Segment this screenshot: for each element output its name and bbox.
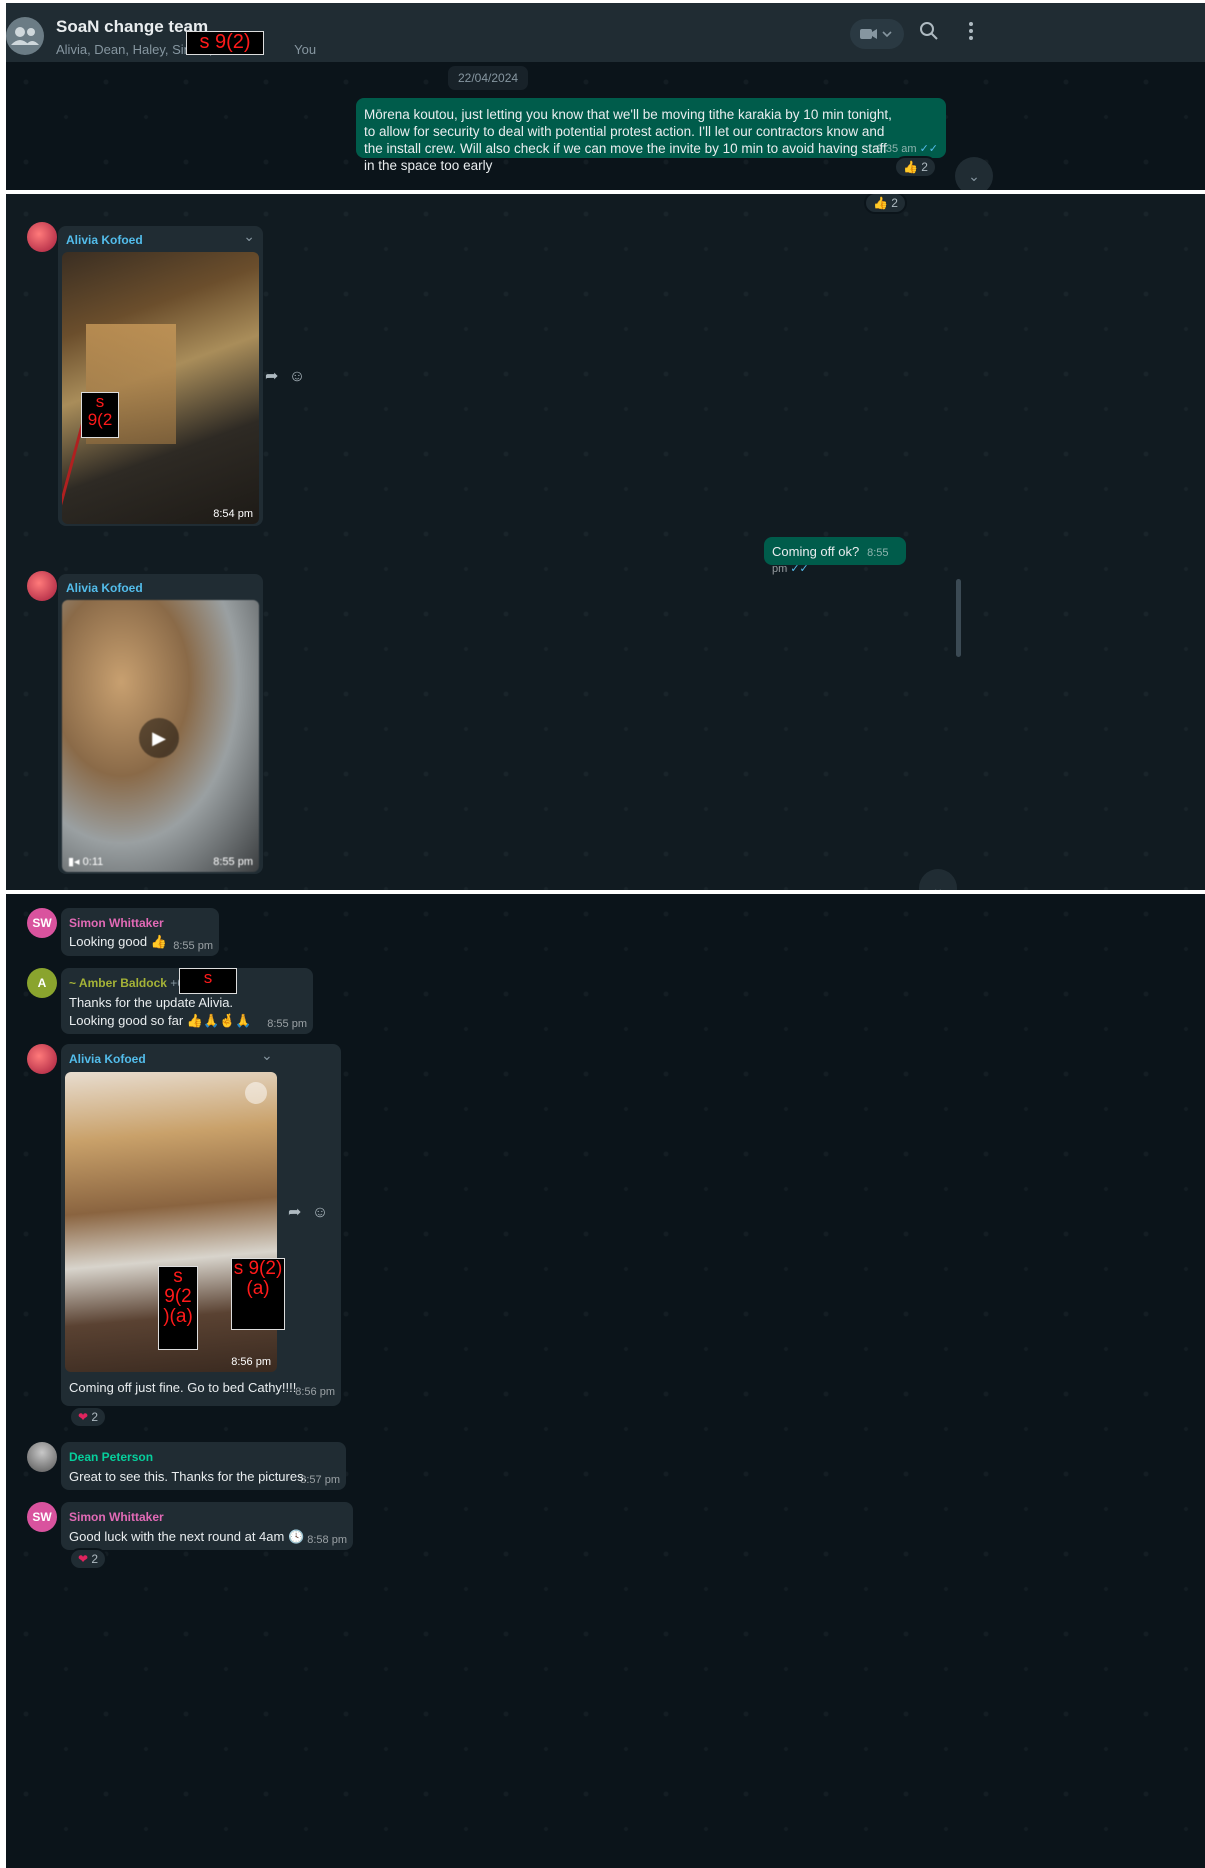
members-you: You <box>294 42 317 57</box>
avatar[interactable]: A <box>27 968 57 998</box>
avatar[interactable] <box>27 1044 57 1074</box>
emoji-reactions: 👍🙏🤞🙏 <box>186 1013 252 1028</box>
play-button[interactable]: ▶ <box>139 718 179 758</box>
search-icon <box>920 22 938 40</box>
redaction-box: s 9(2) <box>186 31 264 55</box>
kebab-menu-icon <box>969 22 973 40</box>
search-button[interactable] <box>919 21 939 46</box>
message-text: Mōrena koutou, just letting you know tha… <box>364 107 892 173</box>
outgoing-message[interactable]: Coming off ok? 8:55 pm ✓✓ <box>764 537 906 575</box>
avatar[interactable] <box>27 571 57 601</box>
video-thumbnail[interactable]: ▶ ▮◂ 0:11 8:55 pm <box>62 600 259 872</box>
menu-button[interactable] <box>968 21 974 46</box>
video-camera-icon: ▮◂ <box>68 856 80 868</box>
thumbs-up-icon: 👍 <box>903 160 918 174</box>
scroll-down-button[interactable]: ⌄ <box>955 157 993 190</box>
sender-name: Alivia Kofoed <box>69 1052 146 1066</box>
sender-name: Simon Whittaker <box>69 1510 164 1524</box>
reaction-badge[interactable]: ❤ 2 <box>69 1548 108 1570</box>
heart-icon: ❤ <box>78 1410 89 1424</box>
incoming-image-message[interactable]: Alivia Kofoed ⌄ 8:54 pm s 9(2 <box>58 226 263 526</box>
incoming-message[interactable]: Dean Peterson Great to see this. Thanks … <box>61 1442 346 1490</box>
photo[interactable]: 8:54 pm <box>62 252 259 524</box>
message-time: 8:55 pm <box>173 940 213 952</box>
forward-icon[interactable]: ➦ <box>265 368 278 385</box>
message-text: Great to see this. Thanks for the pictur… <box>69 1469 308 1484</box>
chevron-down-icon[interactable]: ⌄ <box>243 228 255 245</box>
reaction-badge[interactable]: ❤ 2 <box>69 1406 108 1428</box>
incoming-message[interactable]: Simon Whittaker Good luck with the next … <box>61 1502 353 1550</box>
thumbs-up-icon: 👍 <box>873 196 888 210</box>
message-time: 8:56 pm <box>295 1386 335 1398</box>
redaction-box: s 9(2) (a) <box>231 1258 285 1330</box>
video-camera-icon <box>860 29 892 39</box>
scrollbar[interactable] <box>956 579 961 657</box>
message-text-line2: Looking good so far 👍🙏🤞🙏 <box>69 1013 252 1028</box>
clock-icon: 🕓 <box>287 1529 305 1544</box>
message-actions: ➦ ☺ <box>288 1202 328 1222</box>
date-separator: 22/04/2024 <box>448 66 529 90</box>
video-call-button[interactable] <box>850 19 904 49</box>
video-time: 8:55 pm <box>213 856 253 868</box>
reaction-badge[interactable]: 👍 2 <box>864 194 907 214</box>
emoji-icon[interactable]: ☺ <box>289 368 305 385</box>
avatar[interactable]: SW <box>27 1502 57 1532</box>
group-avatar[interactable] <box>6 17 44 55</box>
message-text: Good luck with the next round at 4am 🕓 <box>69 1529 305 1544</box>
sender-name: Simon Whittaker <box>69 916 164 930</box>
message-time: 8:55 pm <box>267 1018 307 1030</box>
incoming-video-message[interactable]: Alivia Kofoed ▶ ▮◂ 0:11 8:55 pm <box>58 574 263 874</box>
chat-header: SoaN change team Alivia, Dean, Haley, Si… <box>6 3 1205 69</box>
heart-icon: ❤ <box>78 1552 89 1566</box>
message-time: 9:35 am ✓✓ <box>876 143 938 155</box>
chat-panel-1: 22/04/2024 Mōrena koutou, just letting y… <box>6 62 1205 190</box>
chat-panel-3: SW Simon Whittaker Looking good 👍 8:55 p… <box>6 894 1205 1868</box>
message-time: 8:57 pm <box>300 1474 340 1486</box>
sender-name: Alivia Kofoed <box>66 581 143 595</box>
video-duration: ▮◂ 0:11 <box>68 856 104 868</box>
chevron-down-icon[interactable]: ⌄ <box>261 1047 273 1064</box>
scroll-down-button[interactable]: ⌄ <box>919 869 957 890</box>
redaction-box: s 9(2 <box>81 392 119 438</box>
image-caption: Coming off just fine. Go to bed Cathy!!!… <box>69 1380 297 1395</box>
outgoing-message[interactable]: Mōrena koutou, just letting you know tha… <box>356 98 946 173</box>
camera-icon <box>245 1082 267 1104</box>
avatar[interactable] <box>27 222 57 252</box>
reaction-badge[interactable]: 👍 2 <box>894 156 937 178</box>
emoji-icon[interactable]: ☺ <box>312 1204 328 1221</box>
message-text-line1: Thanks for the update Alivia. <box>69 995 234 1010</box>
avatar[interactable]: SW <box>27 908 57 938</box>
image-time: 8:54 pm <box>213 508 253 520</box>
sender-name: Alivia Kofoed <box>66 233 143 247</box>
message-actions: ➦ ☺ <box>265 366 305 386</box>
message-text: Coming off ok? <box>772 544 860 559</box>
image-time: 8:56 pm <box>231 1356 271 1368</box>
forward-icon[interactable]: ➦ <box>288 1204 301 1221</box>
read-ticks-icon: ✓✓ <box>790 563 809 575</box>
redaction-box: s <box>179 968 237 994</box>
sender-name: Dean Peterson <box>69 1450 154 1464</box>
incoming-message[interactable]: Simon Whittaker Looking good 👍 8:55 pm <box>61 908 219 956</box>
incoming-image-message[interactable]: Alivia Kofoed ⌄ 8:56 pm Coming off just … <box>61 1044 341 1406</box>
read-ticks-icon: ✓✓ <box>919 143 938 155</box>
sender-name: ~ Amber Baldock +64 <box>69 976 191 990</box>
chat-panel-2: 👍 2 Alivia Kofoed ⌄ 8:54 pm s 9(2 ➦ ☺ Co… <box>6 194 1205 890</box>
thumbs-up-icon: 👍 <box>150 934 167 949</box>
message-text: Looking good 👍 <box>69 934 167 949</box>
avatar[interactable] <box>27 1442 57 1472</box>
message-time: 8:58 pm <box>307 1534 347 1546</box>
redaction-box: s 9(2 )(a) <box>158 1266 198 1350</box>
